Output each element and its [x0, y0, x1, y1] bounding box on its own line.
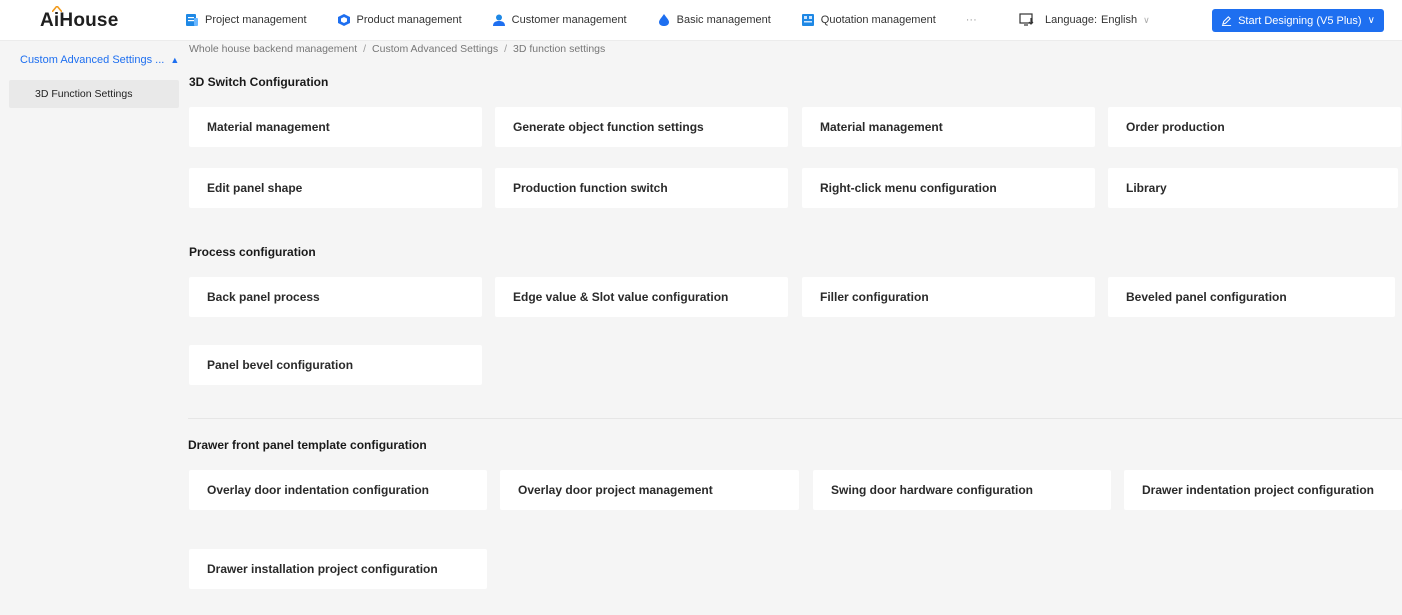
language-label: Language: — [1045, 14, 1097, 26]
card-beveled-panel-configuration[interactable]: Beveled panel configuration — [1108, 277, 1395, 317]
section-divider — [188, 418, 1402, 419]
nav-label: Project management — [205, 14, 307, 26]
card-panel-bevel-configuration[interactable]: Panel bevel configuration — [189, 345, 482, 385]
sidebar: Custom Advanced Settings ... ▲ 3D Functi… — [0, 41, 180, 615]
card-generate-object-function-settings[interactable]: Generate object function settings — [495, 107, 788, 147]
card-edit-panel-shape[interactable]: Edit panel shape — [189, 168, 482, 208]
top-nav: Project management Product management Cu… — [185, 0, 977, 40]
breadcrumb: Whole house backend management / Custom … — [189, 43, 605, 55]
nav-label: Quotation management — [820, 14, 936, 26]
nav-project-management[interactable]: Project management — [185, 13, 307, 27]
nav-label: Basic management — [676, 14, 771, 26]
nav-customer-management[interactable]: Customer management — [492, 13, 627, 27]
cube-icon — [337, 14, 350, 26]
language-selector[interactable]: Language: English ∨ — [1019, 0, 1150, 40]
nav-quotation-management[interactable]: Quotation management — [801, 13, 936, 27]
card-order-production[interactable]: Order production — [1108, 107, 1401, 147]
pen-icon — [1221, 16, 1232, 26]
card-right-click-menu-configuration[interactable]: Right-click menu configuration — [802, 168, 1095, 208]
card-drawer-installation-project-configuration[interactable]: Drawer installation project configuratio… — [189, 549, 487, 589]
nav-label: Product management — [356, 14, 462, 26]
card-drawer-indentation-project-configuration[interactable]: Drawer indentation project configuration — [1124, 470, 1402, 510]
logo-text: AiHouse — [40, 10, 119, 31]
card-material-management-2[interactable]: Material management — [802, 107, 1095, 147]
start-designing-button[interactable]: Start Designing (V5 Plus) ∨ — [1212, 9, 1384, 32]
house-roof-icon — [52, 6, 62, 12]
download-monitor-icon — [1019, 13, 1034, 26]
card-swing-door-hardware-configuration[interactable]: Swing door hardware configuration — [813, 470, 1111, 510]
breadcrumb-item[interactable]: Custom Advanced Settings — [372, 43, 498, 55]
card-material-management[interactable]: Material management — [189, 107, 482, 147]
start-button-label: Start Designing (V5 Plus) — [1238, 14, 1362, 27]
chevron-down-icon: ∨ — [1143, 14, 1150, 25]
sidebar-group-custom-advanced-settings[interactable]: Custom Advanced Settings ... ▲ — [0, 49, 180, 71]
card-back-panel-process[interactable]: Back panel process — [189, 277, 482, 317]
nav-product-management[interactable]: Product management — [337, 13, 462, 27]
breadcrumb-separator: / — [504, 43, 508, 55]
card-filler-configuration[interactable]: Filler configuration — [802, 277, 1095, 317]
user-icon — [492, 14, 505, 26]
sidebar-item-3d-function-settings[interactable]: 3D Function Settings — [9, 80, 179, 108]
breadcrumb-separator: / — [363, 43, 367, 55]
top-bar: AiHouse Project management Product manag… — [0, 0, 1402, 41]
section-title-3d-switch: 3D Switch Configuration — [189, 75, 329, 89]
breadcrumb-item[interactable]: Whole house backend management — [189, 43, 357, 55]
chevron-up-icon: ▲ — [170, 55, 180, 65]
card-overlay-door-project-management[interactable]: Overlay door project management — [500, 470, 799, 510]
language-value: English — [1101, 14, 1138, 26]
logo[interactable]: AiHouse — [40, 6, 119, 32]
chevron-down-icon: ∨ — [1367, 15, 1375, 26]
card-edge-slot-value-configuration[interactable]: Edge value & Slot value configuration — [495, 277, 788, 317]
quotation-icon — [801, 14, 814, 26]
folder-icon — [186, 14, 198, 26]
card-overlay-door-indentation-configuration[interactable]: Overlay door indentation configuration — [189, 470, 487, 510]
nav-more-button[interactable]: ··· — [966, 14, 977, 26]
sidebar-item-label: 3D Function Settings — [35, 88, 133, 100]
drop-icon — [658, 14, 669, 26]
card-production-function-switch[interactable]: Production function switch — [495, 168, 788, 208]
sidebar-group-label: Custom Advanced Settings ... — [20, 54, 165, 66]
section-title-drawer-front-panel: Drawer front panel template configuratio… — [188, 438, 427, 452]
nav-basic-management[interactable]: Basic management — [657, 13, 771, 27]
card-library[interactable]: Library — [1108, 168, 1398, 208]
nav-label: Customer management — [511, 14, 627, 26]
breadcrumb-item-current: 3D function settings — [513, 43, 606, 55]
section-title-process-configuration: Process configuration — [189, 245, 316, 259]
